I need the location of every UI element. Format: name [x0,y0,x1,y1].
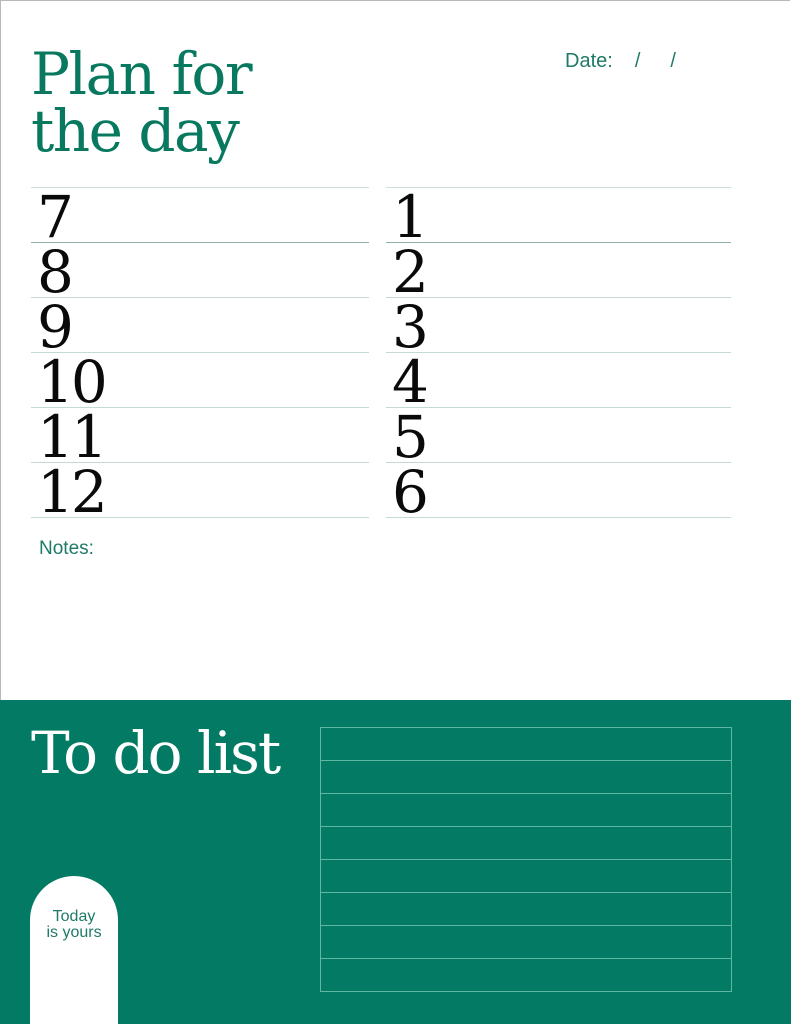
hour-row[interactable]: 6 [386,458,731,526]
hour-row[interactable]: 4 [386,353,731,411]
hour-label: 6 [392,458,429,526]
todo-panel: To do list Today is yours [0,700,791,1024]
afternoon-schedule: 1 2 3 4 5 6 [386,187,731,526]
todo-item[interactable] [321,794,731,827]
todo-item[interactable] [321,959,731,991]
notes-label: Notes: [39,538,94,559]
hour-row[interactable]: 1 [386,188,731,246]
todo-title: To do list [31,719,281,787]
date-separator-2: / [670,50,676,72]
page-title: Plan for the day [31,40,253,165]
date-field[interactable]: Date: / / [565,50,676,73]
todo-item[interactable] [321,827,731,860]
badge-line-2: is yours [46,924,102,941]
title-line-1: Plan for [31,40,253,108]
badge-line-1: Today [52,908,96,925]
todo-item[interactable] [321,893,731,926]
notes-area[interactable] [31,565,731,685]
today-is-yours-badge: Today is yours [30,876,118,1024]
todo-item[interactable] [321,860,731,893]
morning-schedule: 7 8 9 10 11 12 [31,187,369,526]
hour-row[interactable]: 8 [31,243,369,301]
todo-item[interactable] [321,761,731,794]
todo-item[interactable] [321,926,731,959]
todo-item[interactable] [321,728,731,761]
hour-row[interactable]: 7 [31,188,369,246]
hour-row[interactable]: 9 [31,298,369,356]
hour-row[interactable]: 10 [31,353,369,411]
todo-list [320,727,732,992]
date-separator-1: / [634,50,641,72]
hour-label: 12 [37,458,108,526]
hour-row[interactable]: 12 [31,458,369,526]
hour-row[interactable]: 5 [386,408,731,466]
hour-row[interactable]: 2 [386,243,731,301]
date-label: Date: [565,50,613,72]
title-line-2: the day [31,97,240,165]
hour-row[interactable]: 11 [31,408,369,466]
hour-row[interactable]: 3 [386,298,731,356]
